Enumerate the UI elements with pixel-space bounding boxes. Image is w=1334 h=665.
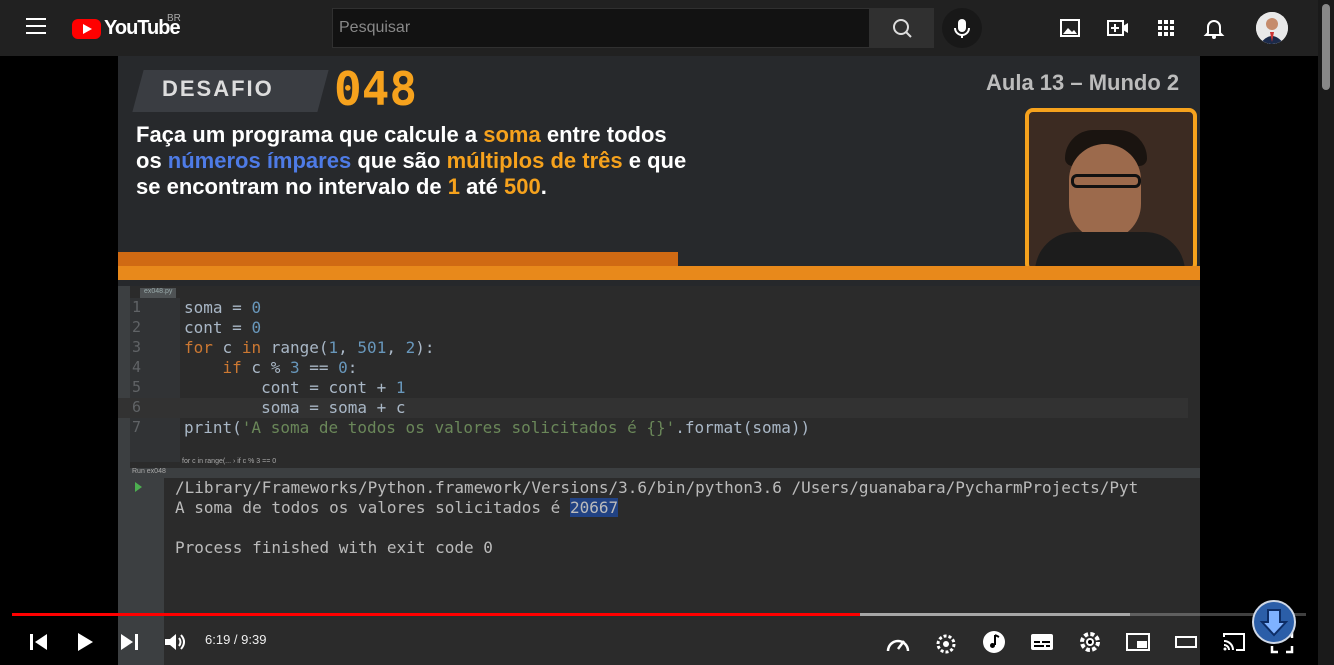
run-icon <box>135 482 142 492</box>
microphone-icon <box>954 19 970 38</box>
code-editor: 1 soma = 0 2 cont = 0 3 for c in range(1, 5… <box>118 298 1200 462</box>
youtube-watch-page: YouTube BR Pesquisar DESAFIO 048 Aula 13… <box>0 0 1334 665</box>
next-button[interactable] <box>116 629 142 655</box>
progress-played <box>12 613 860 616</box>
previous-icon <box>30 634 47 650</box>
miniplayer-button[interactable] <box>1125 629 1151 655</box>
settings-icon <box>1080 632 1100 652</box>
image-icon[interactable] <box>1058 16 1082 40</box>
settings-gear-icon <box>936 634 956 654</box>
output-result: 20667 <box>569 498 619 517</box>
country-code: BR <box>167 13 181 24</box>
voice-search-button[interactable] <box>942 8 982 48</box>
video-player[interactable]: DESAFIO 048 Aula 13 – Mundo 2 Faça um pr… <box>118 56 1200 665</box>
create-video-icon[interactable] <box>1106 16 1130 40</box>
download-overlay-button[interactable] <box>1252 600 1296 644</box>
challenge-number: 048 <box>334 62 418 116</box>
theater-mode-button[interactable] <box>1173 629 1199 655</box>
page-scrollbar[interactable] <box>1318 0 1334 665</box>
top-bar: YouTube BR Pesquisar <box>0 0 1318 56</box>
presenter-webcam <box>1025 108 1197 272</box>
scrollbar-thumb[interactable] <box>1322 4 1330 90</box>
playback-speed-button[interactable] <box>885 631 911 657</box>
annotations-button[interactable] <box>933 631 959 657</box>
editor-tab: ex048.py <box>140 288 177 298</box>
cast-button[interactable] <box>1221 629 1247 655</box>
challenge-tag: DESAFIO <box>162 76 274 101</box>
play-icon <box>78 633 93 651</box>
play-button[interactable] <box>72 629 98 655</box>
code-breadcrumb: for c in range(... › if c % 3 == 0 <box>182 458 277 465</box>
notifications-bell-icon[interactable] <box>1202 16 1226 40</box>
challenge-banner: DESAFIO 048 Aula 13 – Mundo 2 Faça um pr… <box>118 56 1200 276</box>
search-input[interactable]: Pesquisar <box>332 8 870 48</box>
apps-grid-icon[interactable] <box>1154 16 1178 40</box>
search-icon <box>893 19 912 38</box>
settings-button[interactable] <box>1077 629 1103 655</box>
run-output: /Library/Frameworks/Python.framework/Ver… <box>175 478 1139 557</box>
run-panel-header: Run ex048 <box>118 468 1200 478</box>
download-arrow-icon <box>1259 609 1289 637</box>
music-icon <box>983 631 1005 653</box>
banner-stripe <box>118 252 678 266</box>
search-button[interactable] <box>870 8 934 48</box>
youtube-play-icon <box>72 18 101 39</box>
previous-button[interactable] <box>26 629 52 655</box>
cast-icon <box>1223 633 1245 651</box>
youtube-logo[interactable]: YouTube BR <box>72 13 181 40</box>
banner-stripe <box>118 266 1200 280</box>
pycharm-ide: ex048.py 1 soma = 0 2 cont = 0 3 for c in r… <box>118 286 1200 665</box>
next-icon <box>121 634 138 650</box>
time-display: 6:19 / 9:39 <box>205 632 267 647</box>
subtitles-icon <box>1031 634 1053 650</box>
volume-button[interactable] <box>162 629 188 655</box>
lesson-label: Aula 13 – Mundo 2 <box>986 70 1180 95</box>
speed-icon <box>886 639 910 652</box>
menu-icon[interactable] <box>26 18 46 34</box>
theater-icon <box>1175 636 1197 648</box>
challenge-description: Faça um programa que calcule a soma entr… <box>136 122 687 199</box>
volume-icon <box>165 634 185 650</box>
music-button[interactable] <box>981 629 1007 655</box>
account-avatar[interactable] <box>1256 12 1288 44</box>
subtitles-button[interactable] <box>1029 629 1055 655</box>
miniplayer-icon <box>1126 633 1150 651</box>
